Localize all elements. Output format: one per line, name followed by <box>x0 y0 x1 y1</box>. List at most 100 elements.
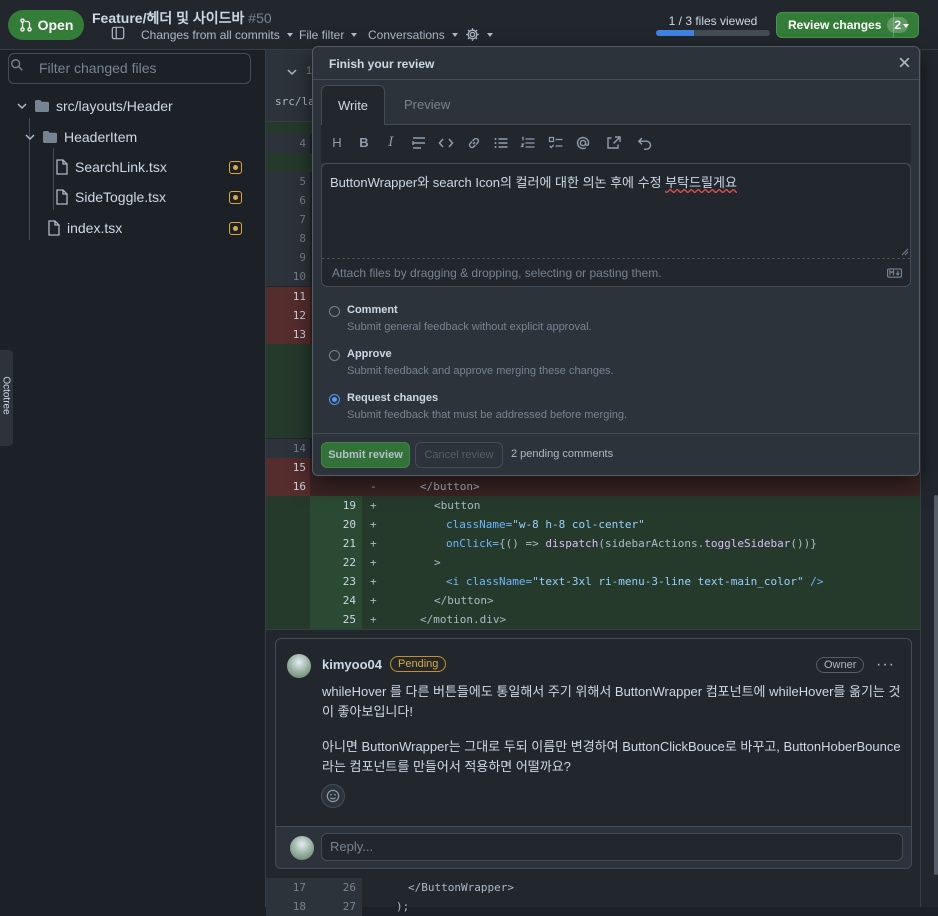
chevron-down-icon <box>351 33 358 37</box>
tree-file-searchlink[interactable]: SearchLink.tsx <box>55 159 167 175</box>
review-comment-textarea[interactable]: ButtonWrapper와 search Icon의 컬러에 대한 의논 후에… <box>321 163 911 287</box>
octotree-tab[interactable]: Octotree <box>0 350 13 446</box>
file-filter-label: File filter <box>299 28 345 42</box>
file-icon <box>56 189 68 205</box>
tab-preview[interactable]: Preview <box>404 85 450 125</box>
numbered-list-icon[interactable] <box>520 135 536 151</box>
folder-icon <box>43 131 57 143</box>
comment-author[interactable]: kimyoo04 <box>322 657 382 672</box>
reply-input[interactable]: Reply... <box>321 833 903 861</box>
filter-changed-files-input[interactable]: Filter changed files <box>8 53 251 84</box>
italic-icon[interactable]: I <box>383 135 399 151</box>
avatar <box>290 836 314 860</box>
diff-row: 21 + onClick={() => dispatch(sidebarAction… <box>266 534 920 553</box>
reply-bar: Reply... <box>276 826 911 868</box>
diff-row: 20 + className="w-8 h-8 col-center" <box>266 515 920 534</box>
diff-row: 17 26 </ButtonWrapper> <box>266 878 920 897</box>
tree-file-index[interactable]: index.tsx <box>47 220 122 236</box>
option-label: Request changes <box>347 392 439 404</box>
conversations-label: Conversations <box>368 28 445 42</box>
octotree-label: Octotree <box>0 376 12 415</box>
diff-row: 25 + </motion.div> <box>266 610 920 629</box>
changes-from-menu[interactable]: Changes from all commits <box>141 28 293 42</box>
chevron-down-icon[interactable] <box>286 66 298 78</box>
option-description: Submit feedback that must be addressed b… <box>347 409 628 421</box>
tree-item-label: index.tsx <box>67 220 123 236</box>
bulleted-list-icon[interactable] <box>493 135 509 151</box>
kebab-menu-icon[interactable]: ··· <box>876 656 895 674</box>
diff-row: 22 + > <box>266 553 920 572</box>
radio-comment[interactable] <box>329 306 340 317</box>
button-divider <box>893 13 894 37</box>
bold-icon[interactable]: B <box>356 135 372 151</box>
chevron-down-icon <box>451 33 458 37</box>
pending-badge: Pending <box>390 656 447 672</box>
finish-review-dialog: Finish your review Write Preview H B I B… <box>312 46 920 476</box>
sidebar-toggle-icon[interactable] <box>111 26 125 40</box>
radio-request-changes[interactable] <box>329 394 340 405</box>
files-viewed-count: 1 / 3 files viewed <box>668 14 758 28</box>
tree-folder-headeritem[interactable]: HeaderItem <box>24 129 137 145</box>
tree-item-label: SearchLink.tsx <box>75 159 167 175</box>
tab-write[interactable]: Write <box>321 85 385 126</box>
editor-text: ButtonWrapper와 search Icon의 컬러에 대한 의논 후에… <box>330 172 737 191</box>
git-pull-request-icon <box>19 18 32 32</box>
link-icon[interactable] <box>466 135 482 151</box>
attach-files-hint[interactable]: Attach files by dragging & dropping, sel… <box>322 258 910 286</box>
resize-handle-icon[interactable] <box>900 247 909 256</box>
file-modified-icon <box>229 191 242 204</box>
option-description: Submit feedback and approve merging thes… <box>347 365 614 377</box>
settings-menu[interactable] <box>465 27 493 42</box>
files-viewed-progress-fill <box>656 30 694 36</box>
quote-icon[interactable] <box>411 135 427 151</box>
review-changes-label: Review changes <box>788 18 882 32</box>
diff-row: 19 + <button <box>266 496 920 515</box>
option-label: Comment <box>347 304 398 316</box>
cancel-review-button[interactable]: Cancel review <box>415 442 503 468</box>
add-reaction-button[interactable] <box>321 784 345 808</box>
cross-reference-icon[interactable] <box>606 135 622 151</box>
dialog-title: Finish your review <box>329 57 435 71</box>
tree-folder-header[interactable]: src/layouts/Header <box>16 98 173 114</box>
mention-icon[interactable] <box>575 135 591 151</box>
tree-file-sidetoggle[interactable]: SideToggle.tsx <box>55 189 166 205</box>
owner-badge: Owner <box>816 657 865 673</box>
editor-text-misspelled: 부탁드릴게요 <box>665 175 737 190</box>
file-filter-menu[interactable]: File filter <box>299 28 358 42</box>
chevron-down-icon[interactable] <box>903 24 909 28</box>
diff-row: 24 + </button> <box>266 591 920 610</box>
file-path-fragment: src/la <box>275 95 315 108</box>
files-viewed-progress <box>656 30 770 36</box>
scrollbar-thumb[interactable] <box>934 495 938 875</box>
tree-guide-line <box>53 148 54 210</box>
radio-approve[interactable] <box>329 350 340 361</box>
diff-row: 23 + <i className="text-3xl ri-menu-3-line… <box>266 572 920 591</box>
markdown-toolbar: H B I <box>321 125 911 163</box>
close-icon[interactable] <box>898 56 911 69</box>
pr-title-text: Feature/헤더 및 사이드바 <box>92 10 245 26</box>
attach-files-label: Attach files by dragging & dropping, sel… <box>332 266 662 280</box>
code-icon[interactable] <box>438 135 454 151</box>
comment-paragraph: whileHover 를 다른 버튼들에도 통일해서 주기 위해서 Button… <box>322 684 901 719</box>
review-changes-button[interactable]: Review changes 2 <box>776 12 919 38</box>
file-icon <box>48 220 60 236</box>
editor-tabs: Write Preview <box>321 85 911 126</box>
conversations-menu[interactable]: Conversations <box>368 28 458 42</box>
option-label: Approve <box>347 348 392 360</box>
divider <box>313 79 919 80</box>
submit-review-button[interactable]: Submit review <box>321 442 410 468</box>
undo-icon[interactable] <box>637 135 653 151</box>
file-modified-icon <box>229 222 242 235</box>
pr-status-badge: Open <box>8 10 84 40</box>
divider <box>313 433 919 434</box>
editor-text-part: ButtonWrapper와 search Icon의 컬러에 대한 의논 후에… <box>330 175 666 190</box>
task-list-icon[interactable] <box>548 135 564 151</box>
diff-row: 16- </button> <box>266 477 920 496</box>
avatar[interactable] <box>287 654 311 678</box>
changes-from-label: Changes from all commits <box>141 28 280 42</box>
page-scrollbar[interactable] <box>920 50 938 907</box>
gear-icon <box>466 28 479 41</box>
markdown-icon <box>887 268 902 278</box>
heading-icon[interactable]: H <box>329 135 345 151</box>
file-tree-sidebar: Filter changed files src/layouts/Header … <box>0 50 266 907</box>
